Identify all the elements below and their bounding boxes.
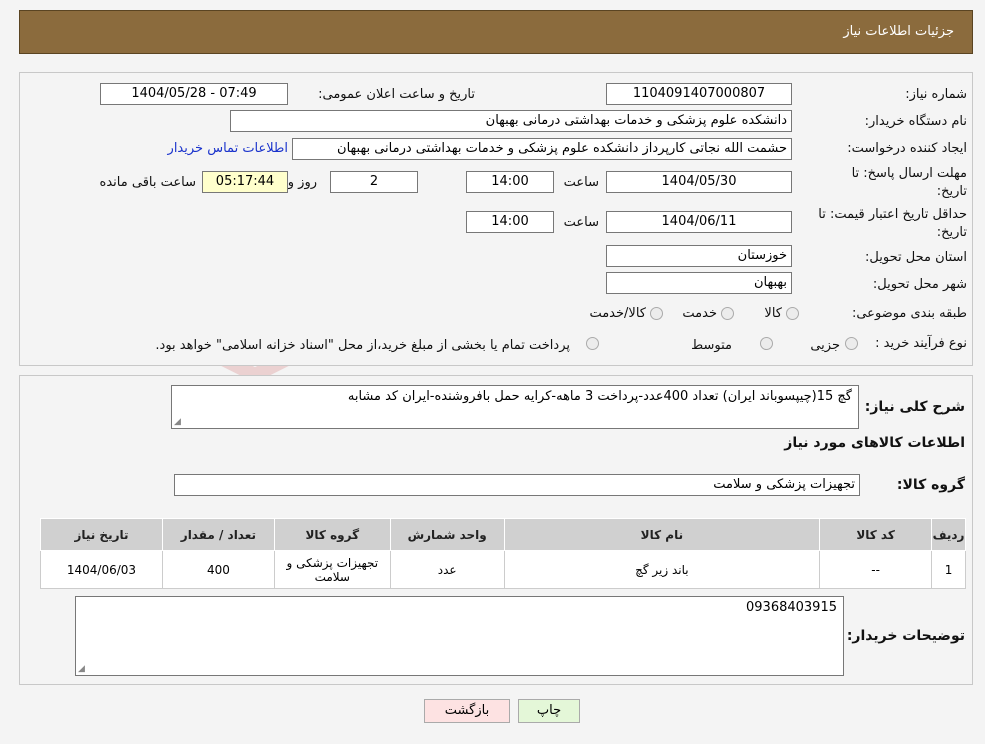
category-radio-goods[interactable] xyxy=(786,307,799,320)
process-checkbox-treasury[interactable] xyxy=(586,337,599,350)
description-text: گچ 15(چیپسوباند ایران) تعداد 400عدد-پردا… xyxy=(347,389,852,404)
category-option-goods-service: کالا/خدمت xyxy=(589,306,646,321)
goods-group-label: گروه کالا: xyxy=(896,477,965,493)
time-remaining-field: 05:17:44 xyxy=(202,171,288,193)
col-name-header: نام کالا xyxy=(503,518,821,551)
category-radio-goods-service[interactable] xyxy=(650,307,663,320)
table-header-row: ردیف کد کالا نام کالا واحد شمارش گروه کا… xyxy=(40,518,966,551)
buyer-contact-link[interactable]: اطلاعات تماس خریدار xyxy=(168,141,288,156)
resize-grip-icon[interactable]: ◢ xyxy=(174,417,181,427)
buyer-notes-text: 09368403915 xyxy=(746,600,837,615)
city-field: بهبهان xyxy=(606,272,792,294)
back-button[interactable]: بازگشت xyxy=(424,699,510,723)
city-label: شهر محل تحویل: xyxy=(872,277,967,292)
creator-field: حشمت الله نجاتی کارپرداز دانشکده علوم پز… xyxy=(292,138,792,160)
cell-unit: عدد xyxy=(389,550,505,589)
category-label: طبقه بندی موضوعی: xyxy=(851,306,967,321)
cell-group: تجهیزات پزشکی و سلامت xyxy=(273,550,391,589)
category-option-service: خدمت xyxy=(682,306,717,321)
col-date-header: تاریخ نیاز xyxy=(40,518,163,551)
province-label: استان محل تحویل: xyxy=(865,250,967,265)
page-title: جزئیات اطلاعات نیاز xyxy=(843,24,954,39)
price-validity-label: حداقل تاریخ اعتبار قیمت: تا xyxy=(818,207,967,222)
col-row-header: ردیف xyxy=(931,518,966,551)
buyer-notes-label: توضیحات خریدار: xyxy=(846,628,965,644)
process-radio-minor[interactable] xyxy=(845,337,858,350)
table-row: 1 -- باند زیر گچ عدد تجهیزات پزشکی و سلا… xyxy=(40,550,966,589)
process-type-label: نوع فرآیند خرید : xyxy=(875,336,967,351)
validity-date-field: 1404/06/11 xyxy=(606,211,792,233)
deadline-label-line2: تاریخ: xyxy=(936,184,967,199)
category-option-goods: کالا xyxy=(764,306,782,321)
time-remaining-label: ساعت باقی مانده xyxy=(99,175,196,190)
price-validity-label-line2: تاریخ: xyxy=(936,225,967,240)
category-radio-service[interactable] xyxy=(721,307,734,320)
buyer-notes-textarea[interactable]: 09368403915 ◢ xyxy=(75,596,844,676)
process-option-medium: متوسط xyxy=(691,338,732,353)
creator-label: ایجاد کننده درخواست: xyxy=(847,141,967,156)
goods-table: ردیف کد کالا نام کالا واحد شمارش گروه کا… xyxy=(40,518,966,589)
goods-group-field: تجهیزات پزشکی و سلامت xyxy=(174,474,860,496)
col-qty-header: تعداد / مقدار xyxy=(161,518,275,551)
cell-date: 1404/06/03 xyxy=(40,550,163,589)
deadline-hour-label: ساعت xyxy=(563,175,599,190)
col-code-header: کد کالا xyxy=(819,518,933,551)
deadline-label: مهلت ارسال پاسخ: تا xyxy=(851,166,967,181)
validity-hour-label: ساعت xyxy=(563,215,599,230)
description-textarea[interactable]: گچ 15(چیپسوباند ایران) تعداد 400عدد-پردا… xyxy=(171,385,859,429)
cell-name: باند زیر گچ xyxy=(503,550,821,589)
announce-datetime-field: 1404/05/28 - 07:49 xyxy=(100,83,288,105)
validity-time-field: 14:00 xyxy=(466,211,554,233)
deadline-date-field: 1404/05/30 xyxy=(606,171,792,193)
announce-datetime-label: تاریخ و ساعت اعلان عمومی: xyxy=(318,87,475,102)
days-label: روز و xyxy=(287,175,317,190)
province-field: خوزستان xyxy=(606,245,792,267)
cell-qty: 400 xyxy=(161,550,275,589)
print-button[interactable]: چاپ xyxy=(518,699,580,723)
process-option-minor: جزیی xyxy=(810,338,840,353)
cell-row: 1 xyxy=(931,550,966,589)
process-treasury-note: پرداخت تمام یا بخشی از مبلغ خرید،از محل … xyxy=(155,338,570,353)
cell-code: -- xyxy=(819,550,933,589)
goods-section-title: اطلاعات کالاهای مورد نیاز xyxy=(784,435,965,451)
resize-grip-icon[interactable]: ◢ xyxy=(78,664,85,674)
need-number-label: شماره نیاز: xyxy=(905,87,967,102)
page-header: جزئیات اطلاعات نیاز xyxy=(19,10,973,54)
days-remaining-field: 2 xyxy=(330,171,418,193)
buyer-org-label: نام دستگاه خریدار: xyxy=(864,114,967,129)
description-label: شرح کلی نیاز: xyxy=(864,399,965,415)
process-radio-medium[interactable] xyxy=(760,337,773,350)
col-unit-header: واحد شمارش xyxy=(389,518,505,551)
col-group-header: گروه کالا xyxy=(273,518,391,551)
buyer-org-field: دانشکده علوم پزشکی و خدمات بهداشتی درمان… xyxy=(230,110,792,132)
deadline-time-field: 14:00 xyxy=(466,171,554,193)
need-number-field: 1104091407000807 xyxy=(606,83,792,105)
